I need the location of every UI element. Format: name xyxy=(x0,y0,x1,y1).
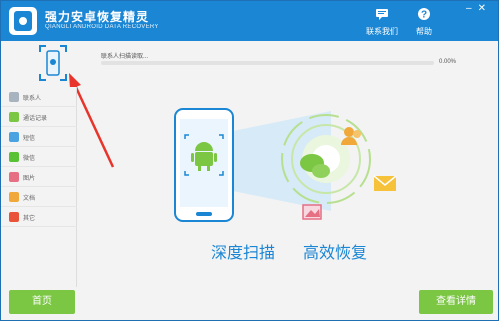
contact-us-label: 联系我们 xyxy=(366,27,398,36)
window-controls: –✕ xyxy=(466,3,492,14)
image-icon xyxy=(9,172,19,182)
sidebar-item-other[interactable]: 其它 xyxy=(1,207,77,227)
help-icon: ? xyxy=(404,7,444,24)
close-icon[interactable]: ✕ xyxy=(478,3,492,14)
sidebar-item-sms[interactable]: 短信 xyxy=(1,127,77,147)
svg-text:?: ? xyxy=(421,10,427,21)
scan-illustration xyxy=(174,108,397,222)
image-icon xyxy=(302,204,322,220)
sidebar-item-label: 短信 xyxy=(23,136,36,142)
app-title: 强力安卓恢复精灵 xyxy=(45,10,150,24)
contact-us-button[interactable]: 联系我们 xyxy=(362,7,402,37)
scan-device-icon xyxy=(39,45,67,81)
view-details-button[interactable]: 查看详情 xyxy=(419,290,493,314)
sidebar-item-images[interactable]: 图片 xyxy=(1,167,77,187)
app-logo-icon xyxy=(9,7,37,35)
minimize-icon[interactable]: – xyxy=(466,3,478,14)
sidebar-item-label: 其它 xyxy=(23,216,36,222)
deep-scan-caption: 深度扫描 xyxy=(211,245,276,262)
phone-icon xyxy=(9,112,19,122)
category-sidebar: 联系人 通话记录 短信 微信 图片 文档 其它 xyxy=(1,87,77,287)
chat-icon xyxy=(362,7,402,24)
help-button[interactable]: ? 帮助 xyxy=(404,7,444,37)
app-subtitle: QIANGLI ANDROID DATA RECOVERY xyxy=(45,24,159,30)
sidebar-item-wechat[interactable]: 微信 xyxy=(1,147,77,167)
sidebar-item-label: 联系人 xyxy=(23,96,42,102)
envelope-icon xyxy=(373,175,397,191)
message-icon xyxy=(9,132,19,142)
sidebar-item-call-log[interactable]: 通话记录 xyxy=(1,107,77,127)
home-button[interactable]: 首页 xyxy=(9,290,75,314)
help-label: 帮助 xyxy=(416,27,432,36)
efficient-recovery-caption: 高效恢复 xyxy=(303,245,368,262)
sidebar-item-label: 通话记录 xyxy=(23,116,48,122)
more-icon xyxy=(9,212,19,222)
scan-status-text: 联系人扫描读取... xyxy=(101,54,149,60)
sidebar-item-documents[interactable]: 文档 xyxy=(1,187,77,207)
app-window: 强力安卓恢复精灵 QIANGLI ANDROID DATA RECOVERY 联… xyxy=(0,0,499,321)
sidebar-item-label: 图片 xyxy=(23,176,36,182)
scan-percent: 0.00% xyxy=(439,59,457,65)
sidebar-item-label: 文档 xyxy=(23,196,36,202)
sidebar-item-contacts[interactable]: 联系人 xyxy=(1,87,77,107)
contacts-icon xyxy=(9,92,19,102)
scan-progress-bar xyxy=(101,61,434,65)
wechat-icon xyxy=(9,152,19,162)
document-icon xyxy=(9,192,19,202)
sidebar-item-label: 微信 xyxy=(23,156,36,162)
title-bar: 强力安卓恢复精灵 QIANGLI ANDROID DATA RECOVERY 联… xyxy=(1,1,498,41)
